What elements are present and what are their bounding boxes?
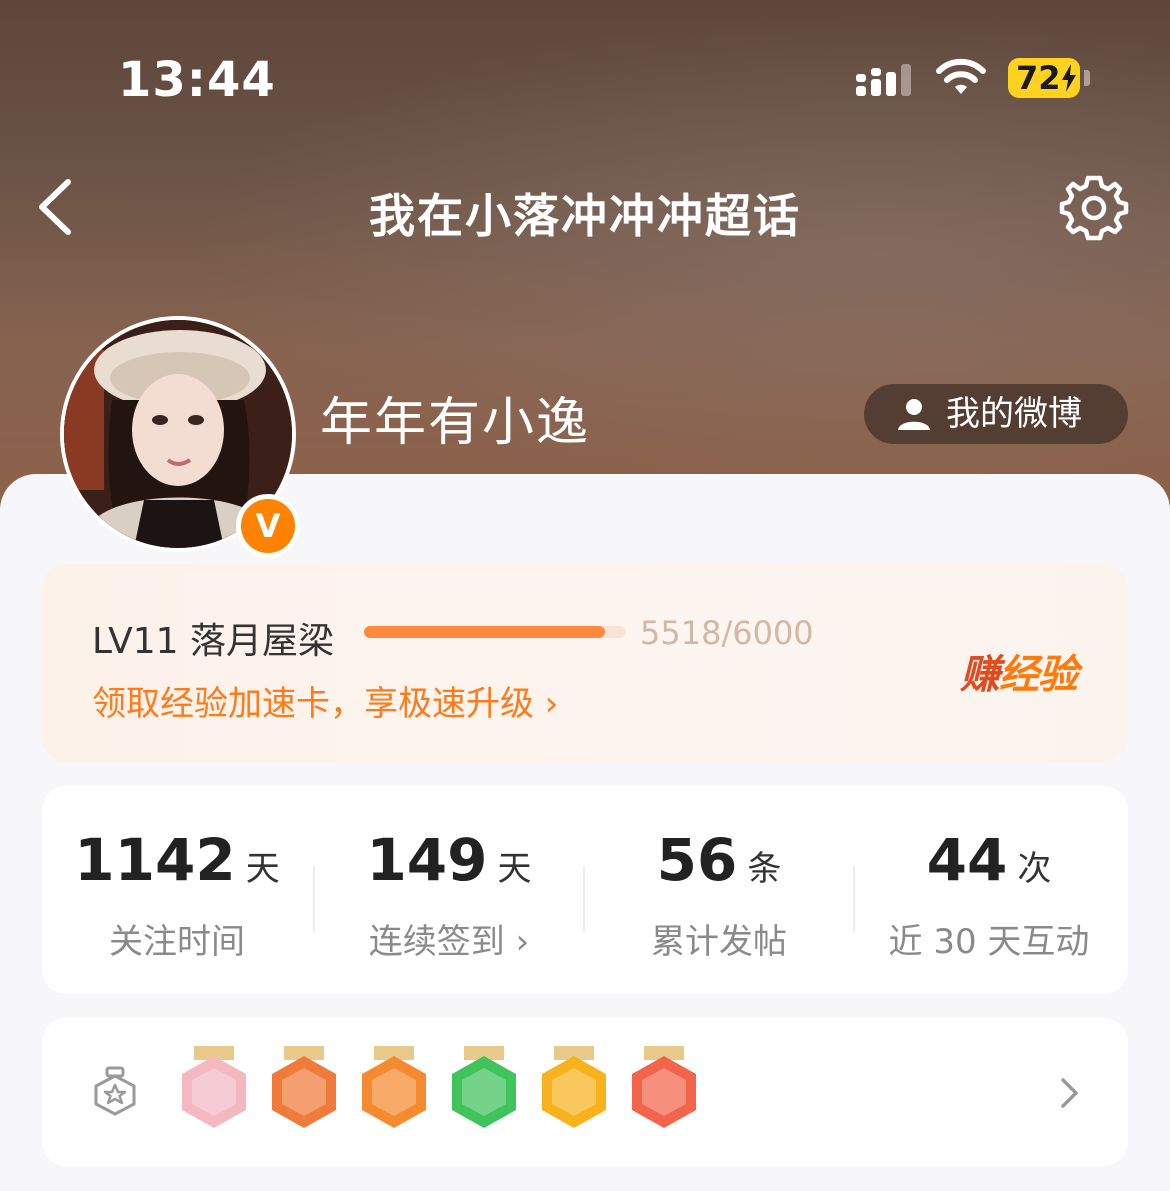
100-days-badge[interactable] [268,1046,340,1138]
stat-unit: 天 [245,849,280,889]
charging-bolt-icon [1062,64,1076,92]
badges-card[interactable] [42,1018,1128,1166]
stat-label: 关注时间 [109,922,245,962]
lv11-badge[interactable] [358,1046,430,1138]
cellular-signal-icon [856,64,911,96]
level-points: 5518/6000 [640,614,814,652]
avatar-badge[interactable] [178,1046,250,1138]
settings-gear-icon[interactable] [1058,172,1130,244]
level-promo-link[interactable]: 领取经验加速卡，享极速升级 › [92,676,558,725]
verified-badge: V [236,494,300,558]
wifi-icon [936,58,986,94]
battery-level: 72 [1016,59,1061,97]
level-progress-bar [364,626,626,638]
earn-exp-left: 赚 [960,652,1000,698]
stat-checkin-streak[interactable]: 149 天 连续签到 › [314,826,584,963]
stat-value: 149 [366,826,488,894]
stat-unit: 条 [747,849,782,889]
30-days-badge[interactable] [538,1046,610,1138]
stat-unit: 天 [497,849,532,889]
battery-cap [1084,70,1090,86]
status-time: 13:44 [118,52,276,108]
stat-label: 连续签到 › [368,922,530,962]
earn-exp-button[interactable]: 赚经验 [960,642,1078,700]
hand-badge[interactable] [448,1046,520,1138]
stat-interactions: 44 次 近 30 天互动 [854,826,1124,963]
medal-icon [94,1066,136,1116]
stat-label: 近 30 天互动 [888,922,1090,962]
chevron-right-icon[interactable] [1058,1076,1082,1110]
page-title: 我在小落冲冲冲超话 [369,189,801,243]
my-weibo-button[interactable]: 我的微博 [864,384,1128,444]
user-name: 年年有小逸 [320,393,591,453]
status-bar: 13:44 72 [0,48,1170,108]
level-progress-fill [364,626,606,638]
my-weibo-label: 我的微博 [946,394,1082,434]
stat-unit: 次 [1017,849,1052,889]
rock-hand-badge[interactable] [628,1046,700,1138]
stat-follow-time: 1142 天 关注时间 [42,826,312,963]
stat-value: 1142 [74,826,236,894]
battery-indicator: 72 [1008,58,1080,98]
stat-label: 累计发帖 [651,922,787,962]
person-icon [898,399,930,430]
stat-value: 44 [926,826,1008,894]
level-card[interactable]: LV11 落月屋梁 5518/6000 领取经验加速卡，享极速升级 › 赚经验 [42,564,1128,762]
level-label: LV11 落月屋梁 [92,621,334,662]
stats-card: 1142 天 关注时间 149 天 连续签到 › 56 条 累计发帖 44 次 近 30… [42,786,1128,994]
earn-exp-right: 经验 [999,652,1078,698]
stat-posts: 56 条 累计发帖 [584,826,854,963]
stat-value: 56 [656,826,738,894]
